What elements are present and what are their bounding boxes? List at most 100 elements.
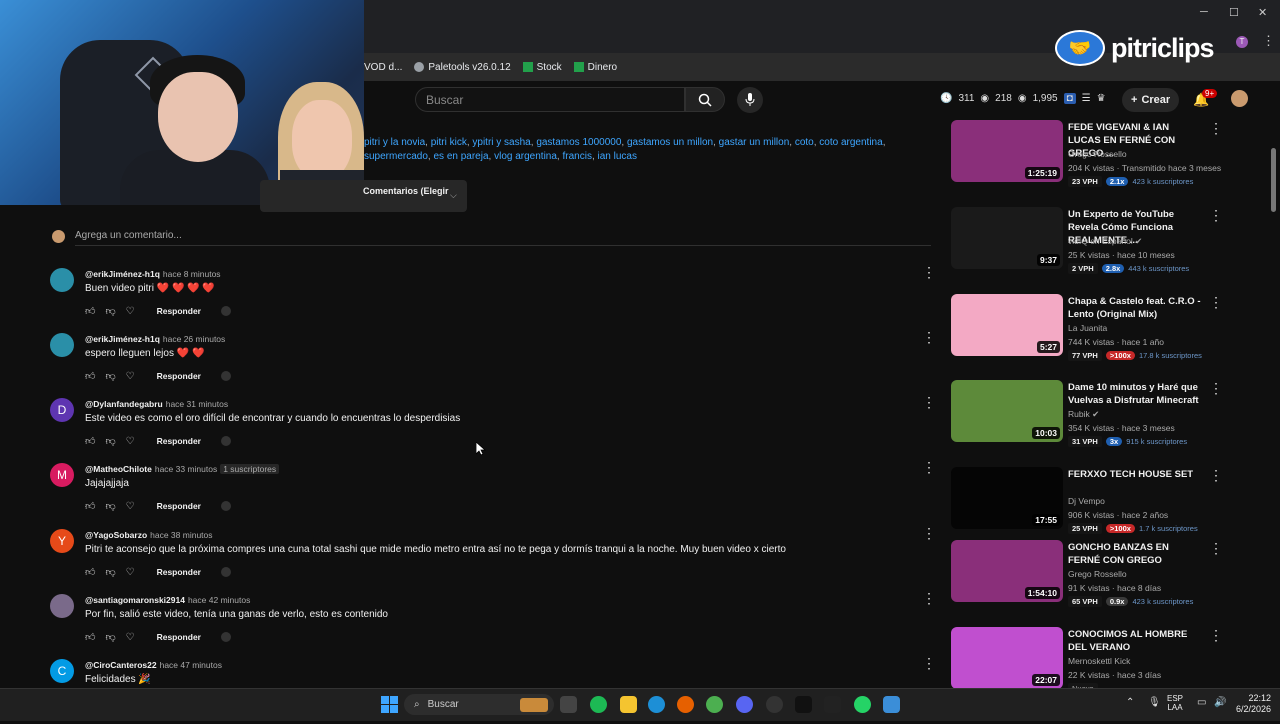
heart-icon[interactable]: ♡ [126,567,135,578]
comment-author[interactable]: @CiroCanteros22 [85,660,157,670]
reply-button[interactable]: Responder [157,501,201,511]
video-title[interactable]: FERXXO TECH HOUSE SET [1068,468,1203,481]
dislike-icon[interactable]: 👎︎ [105,305,115,317]
create-button[interactable]: + Crear [1122,88,1180,112]
video-title[interactable]: Chapa & Castelo feat. C.R.O - Lento (Ori… [1068,295,1203,321]
video-thumbnail[interactable]: 17:55 [951,467,1063,529]
chrome-icon[interactable] [706,696,723,713]
more-options-icon[interactable]: ⋮ [1209,540,1223,557]
more-options-icon[interactable]: ⋮ [922,655,936,672]
comment-time[interactable]: hace 31 minutos [166,399,228,409]
maximize-button[interactable]: ☐ [1229,6,1239,19]
reply-button[interactable]: Responder [157,567,201,577]
tag-link[interactable]: ypitri y sasha [472,137,530,148]
chrome-menu-icon[interactable]: ⋮ [1262,33,1275,49]
comment-time[interactable]: hace 8 minutos [163,269,221,279]
channel-name[interactable]: Grego Rossello [1068,569,1127,579]
bookmark-paletools[interactable]: Paletools v26.0.12 [414,62,511,73]
related-video[interactable]: 5:27 Chapa & Castelo feat. C.R.O - Lento … [951,294,1223,374]
heart-icon[interactable]: ♡ [126,371,135,382]
dislike-icon[interactable]: 👎︎ [105,631,115,643]
profile-avatar[interactable]: T [1236,36,1248,48]
video-thumbnail[interactable]: 22:07 [951,627,1063,689]
windows-start-icon[interactable] [381,696,398,713]
reply-button[interactable]: Responder [157,632,201,642]
reply-button[interactable]: Responder [157,371,201,381]
related-video[interactable]: 1:25:19 FEDE VIGEVANI & IAN LUCAS EN FERN… [951,120,1223,200]
dislike-icon[interactable]: 👎︎ [105,370,115,382]
video-thumbnail[interactable]: 1:25:19 [951,120,1063,182]
like-icon[interactable]: 👍︎ [85,566,95,578]
related-video[interactable]: 9:37 Un Experto de YouTube Revela Cómo Fu… [951,207,1223,287]
tag-link[interactable]: coto [795,137,814,148]
video-thumbnail[interactable]: 9:37 [951,207,1063,269]
more-options-icon[interactable]: ⋮ [1209,467,1223,484]
more-options-icon[interactable]: ⋮ [922,459,936,476]
tag-link[interactable]: pitri kick [431,137,467,148]
scrollbar[interactable] [1271,148,1276,212]
commenter-avatar[interactable]: D [50,398,74,422]
tag-link[interactable]: gastamos un millon [627,137,713,148]
tag-link[interactable]: gastamos 1000000 [536,137,621,148]
tag-link[interactable]: es en pareja [433,151,488,162]
like-icon[interactable]: 👍︎ [85,631,95,643]
tiktok-icon[interactable] [795,696,812,713]
more-options-icon[interactable]: ⋮ [922,329,936,346]
minimize-button[interactable]: ─ [1200,6,1208,18]
video-title[interactable]: CONOCIMOS AL HOMBRE DEL VERANO [1068,628,1203,654]
video-title[interactable]: Dame 10 minutos y Haré que Vuelvas a Dis… [1068,381,1203,407]
commenter-avatar[interactable]: M [50,463,74,487]
tag-link[interactable]: gastar un millon [719,137,790,148]
bookmark-dinero[interactable]: Dinero [573,62,617,73]
comment-author[interactable]: @erikJiménez-h1q [85,269,160,279]
microphone-icon[interactable]: 🎙 [1148,697,1161,708]
commenter-avatar[interactable]: Y [50,529,74,553]
comment-time[interactable]: hace 33 minutos [155,464,217,474]
volume-icon[interactable]: 🔊 [1214,697,1226,708]
comment-author[interactable]: @MatheoChilote [85,464,152,474]
channel-name[interactable]: La Juanita [1068,323,1107,333]
dislike-icon[interactable]: 👎︎ [105,566,115,578]
heart-icon[interactable]: ♡ [126,501,135,512]
video-thumbnail[interactable]: 1:54:10 [951,540,1063,602]
commenter-avatar[interactable] [50,333,74,357]
more-options-icon[interactable]: ⋮ [1209,207,1223,224]
add-comment-input[interactable]: Agrega un comentario... [75,230,182,241]
more-options-icon[interactable]: ⋮ [922,590,936,607]
spotify-icon[interactable] [590,696,607,713]
commenter-avatar[interactable] [50,594,74,618]
bookmark-stock[interactable]: Stock [522,62,562,73]
channel-name[interactable]: Grego Rossello [1068,149,1127,159]
comment-author[interactable]: @erikJiménez-h1q [85,334,160,344]
channel-name[interactable]: Dj Vempo [1068,496,1105,506]
user-avatar[interactable] [1231,90,1248,107]
notepad-icon[interactable] [883,696,900,713]
more-options-icon[interactable]: ⋮ [922,394,936,411]
more-options-icon[interactable]: ⋮ [922,525,936,542]
taskbar-search[interactable]: ⌕ Buscar [404,694,554,715]
comment-author[interactable]: @Dylanfandegabru [85,399,163,409]
tag-link[interactable]: vlog argentina [494,151,557,162]
capcut-icon[interactable] [824,696,841,713]
comment-author[interactable]: @santiagomaronski2914 [85,595,185,605]
whatsapp-icon[interactable] [854,696,871,713]
comment-time[interactable]: hace 26 minutos [163,334,225,344]
obs-icon[interactable] [766,696,783,713]
more-options-icon[interactable]: ⋮ [1209,294,1223,311]
task-view-icon[interactable] [560,696,577,713]
search-input[interactable]: Buscar [415,87,685,112]
firefox-icon[interactable] [677,696,694,713]
comment-time[interactable]: hace 47 minutos [160,660,222,670]
dislike-icon[interactable]: 👎︎ [105,500,115,512]
voice-search-button[interactable] [737,87,763,113]
commenter-avatar[interactable]: C [50,659,74,683]
like-icon[interactable]: 👍︎ [85,305,95,317]
bookmark-vod[interactable]: VOD d... [364,62,402,73]
tag-link[interactable]: coto argentina [819,137,882,148]
more-options-icon[interactable]: ⋮ [1209,120,1223,137]
reply-button[interactable]: Responder [157,436,201,446]
related-video[interactable]: 10:03 Dame 10 minutos y Haré que Vuelvas … [951,380,1223,460]
file-explorer-icon[interactable] [620,696,637,713]
search-button[interactable] [685,87,725,112]
close-button[interactable]: ✕ [1258,6,1267,19]
